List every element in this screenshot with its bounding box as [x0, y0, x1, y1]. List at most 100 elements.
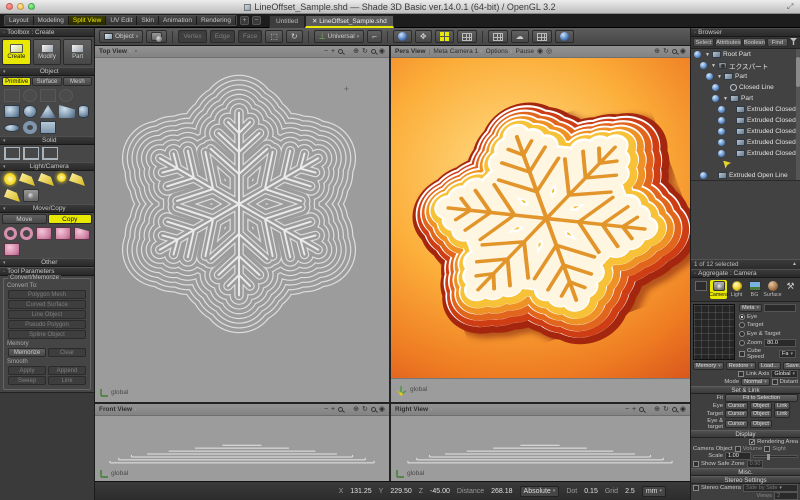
solid-sweep-icon[interactable]: [23, 147, 39, 160]
browser-tab-attributes[interactable]: Attributes: [715, 38, 742, 47]
rendering-area-checkbox[interactable]: [749, 439, 755, 445]
target-link-button[interactable]: Link: [774, 410, 790, 418]
volume-checkbox[interactable]: [735, 446, 741, 452]
render-toggle-icon[interactable]: ◉: [537, 48, 543, 55]
stereo-mode-dropdown[interactable]: Side by Side: [743, 484, 798, 492]
convert-polygon-mesh-button[interactable]: Polygon Mesh: [8, 290, 86, 299]
tab-skin[interactable]: Skin: [137, 16, 159, 25]
magnifier-icon[interactable]: [338, 49, 343, 54]
copy-tab[interactable]: Copy: [48, 214, 93, 224]
textured-cube-icon[interactable]: [40, 121, 56, 134]
options-menu[interactable]: Options: [486, 48, 513, 55]
solid-revolve-icon[interactable]: [42, 147, 58, 160]
rotate-view-button[interactable]: ↻: [286, 30, 303, 43]
mesh-tab[interactable]: Mesh: [63, 77, 92, 86]
tab-animation[interactable]: Animation: [159, 16, 197, 25]
rounded-cube-icon[interactable]: [4, 105, 20, 118]
pan-tool-icon[interactable]: ⊕: [353, 48, 359, 55]
visibility-toggle[interactable]: [718, 128, 725, 135]
rotate-tool-icon[interactable]: [20, 227, 33, 240]
front-zoom-icon[interactable]: [371, 407, 376, 412]
convert-spline-object-button[interactable]: Spline Object: [8, 330, 86, 339]
aggregate-tab-camera[interactable]: Camera: [710, 280, 727, 299]
aggregate-header[interactable]: Aggregate : Camera: [691, 269, 800, 278]
visibility-toggle[interactable]: [712, 95, 719, 102]
spring-tool-icon[interactable]: [23, 89, 37, 102]
eye-target-cursor-button[interactable]: Cursor: [725, 420, 748, 428]
doc-tab-untitled[interactable]: Untitled: [269, 15, 305, 28]
scale-field[interactable]: 1.00: [725, 452, 751, 460]
solid-section-header[interactable]: Solid: [0, 136, 94, 145]
pers-zoom-icon[interactable]: [672, 49, 677, 54]
browser-tab-find[interactable]: Find: [767, 38, 788, 47]
visibility-toggle[interactable]: [694, 51, 701, 58]
show-safe-zone-checkbox[interactable]: [693, 461, 699, 467]
other-section-header[interactable]: Other: [0, 258, 94, 267]
tree-row-part[interactable]: ▼Part: [691, 71, 800, 82]
camera-object-icon[interactable]: [23, 189, 39, 202]
views-field[interactable]: 2: [774, 492, 798, 500]
cube-speed-field[interactable]: Fa: [779, 350, 796, 358]
eye-target-object-button[interactable]: Object: [750, 420, 772, 428]
tab-uv-edit[interactable]: UV Edit: [106, 16, 137, 25]
meta-dropdown[interactable]: Meta: [739, 304, 762, 312]
target-cursor-button[interactable]: Cursor: [725, 410, 748, 418]
browser-tab-select[interactable]: Select: [693, 38, 714, 47]
mirror-tool-icon[interactable]: [74, 227, 90, 240]
tree-scrollbar[interactable]: [796, 49, 800, 181]
move-tab[interactable]: Move: [2, 214, 47, 224]
cylinder-icon[interactable]: [78, 105, 89, 118]
scale-tool-icon[interactable]: [36, 227, 52, 240]
save-button[interactable]: Save...: [783, 362, 800, 370]
disc-icon[interactable]: [4, 124, 20, 132]
pers-focus-icon[interactable]: ◉: [680, 48, 686, 55]
collapse-icon[interactable]: ▲: [792, 261, 797, 267]
right-magnifier-icon[interactable]: [639, 407, 644, 412]
link-button[interactable]: Link: [48, 376, 86, 385]
tree-row-extruded-closed[interactable]: Extruded Closed: [691, 104, 800, 115]
measure-tool-button[interactable]: ⌐: [367, 30, 382, 43]
tab-split-view[interactable]: Split View: [69, 16, 106, 25]
memorize-button[interactable]: Memorize: [8, 348, 46, 357]
meta-field[interactable]: [764, 304, 796, 312]
scale-slider[interactable]: [753, 455, 798, 458]
light-camera-section-header[interactable]: Light/Camera: [0, 162, 94, 171]
spotlight-icon[interactable]: [19, 173, 35, 186]
pers-axis-label[interactable]: global: [395, 383, 432, 396]
coordinate-mode-dropdown[interactable]: Absolute: [520, 486, 560, 497]
append-button[interactable]: Append: [48, 366, 86, 375]
tab-layout[interactable]: Layout: [5, 16, 34, 25]
zoom-in-button[interactable]: +: [331, 48, 335, 55]
tab-modeling[interactable]: Modeling: [34, 16, 69, 25]
world-button[interactable]: [393, 30, 412, 43]
vertex-mode-button[interactable]: Vertex: [178, 30, 206, 43]
filter-icon[interactable]: [790, 38, 797, 45]
eye-link-button[interactable]: Link: [774, 402, 790, 410]
aggregate-tab-light[interactable]: Light: [728, 280, 745, 299]
camera-preview[interactable]: [693, 304, 735, 360]
visibility-toggle[interactable]: [718, 139, 725, 146]
front-rotate-icon[interactable]: ↻: [362, 406, 368, 413]
remove-workspace-button[interactable]: −: [252, 16, 261, 25]
target-object-button[interactable]: Object: [750, 410, 772, 418]
directional-light-icon[interactable]: [38, 173, 54, 186]
stack-copy-tool-icon[interactable]: [55, 227, 71, 240]
zoom-radio[interactable]: [739, 340, 745, 346]
front-magnifier-icon[interactable]: [338, 407, 343, 412]
camera-selector[interactable]: Meta Camera 1: [433, 48, 482, 55]
right-axis-label[interactable]: global: [395, 468, 429, 478]
render-preview-button[interactable]: [555, 30, 574, 43]
add-workspace-button[interactable]: +: [240, 16, 249, 25]
pers-viewport[interactable]: Pers View | Meta Camera 1 Options Pause …: [391, 46, 690, 402]
mode-dropdown[interactable]: Normal: [741, 378, 770, 386]
convert-line-object-button[interactable]: Line Object: [8, 310, 86, 319]
front-pan-icon[interactable]: ⊕: [353, 406, 359, 413]
zoom-field[interactable]: 80.0: [764, 339, 796, 347]
aggregate-tab-browser[interactable]: [692, 280, 709, 299]
infinite-light-icon[interactable]: [4, 173, 16, 185]
tab-rendering[interactable]: Rendering: [197, 16, 236, 25]
object-mode-button[interactable]: Object: [99, 30, 143, 43]
visibility-toggle[interactable]: [718, 150, 725, 157]
tree-row-extruded-closed[interactable]: Extruded Closed: [691, 115, 800, 126]
right-viewport[interactable]: Right View − + ⊕ ↻ ◉ global: [391, 404, 690, 481]
